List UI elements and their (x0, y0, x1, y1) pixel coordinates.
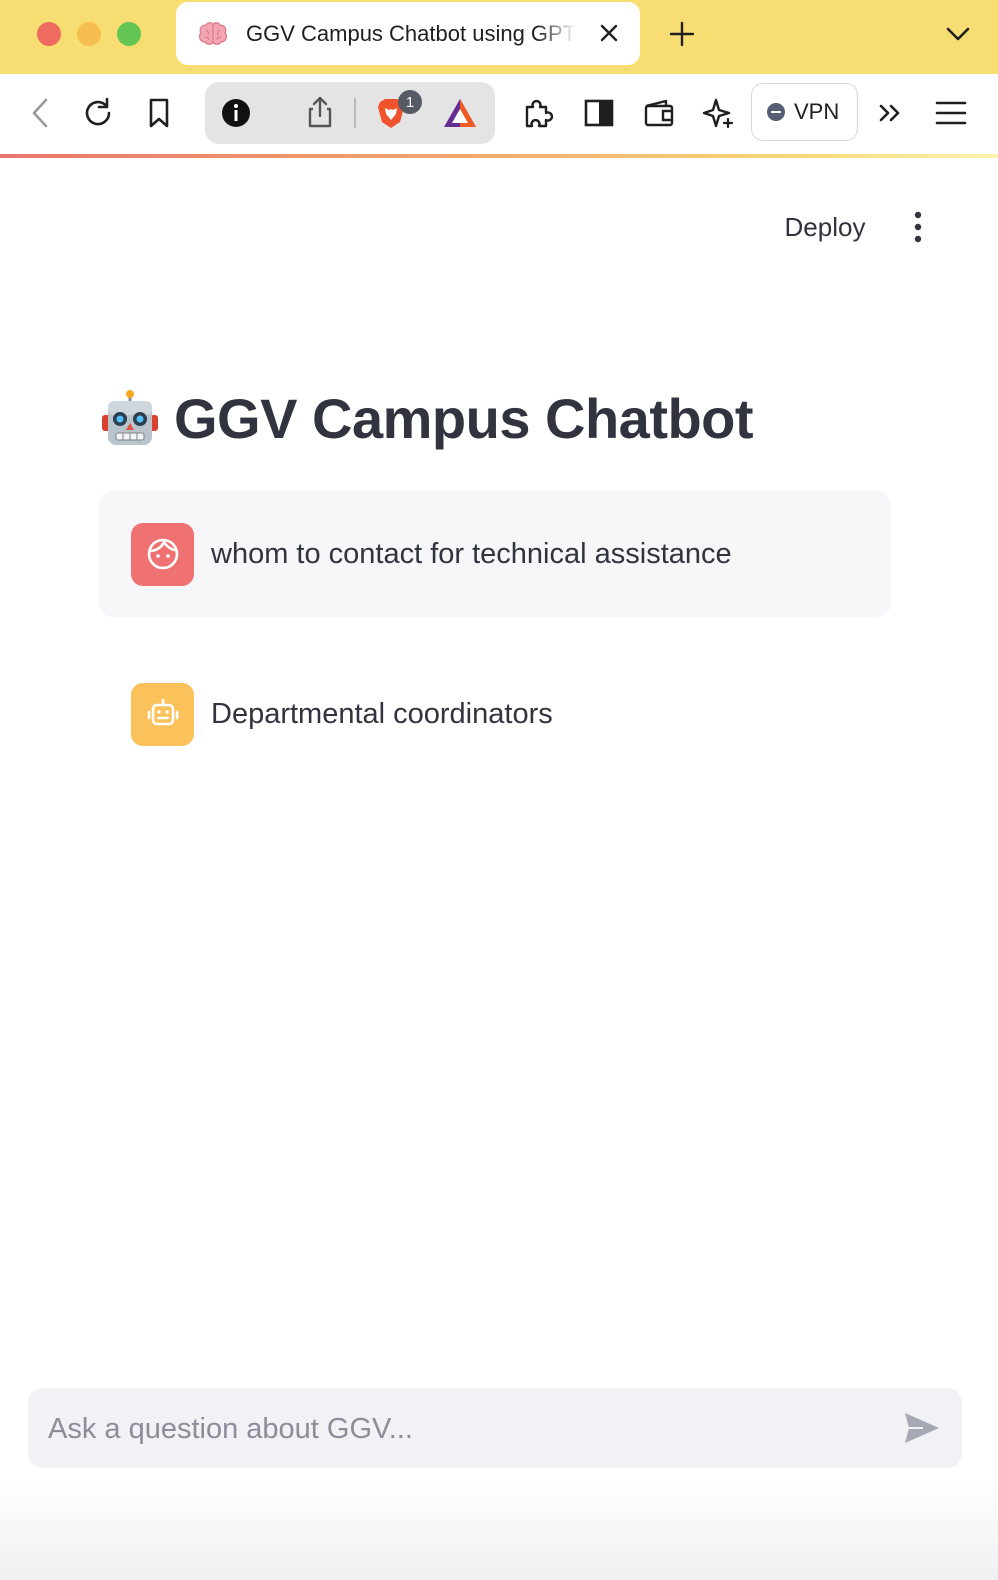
send-icon[interactable] (903, 1410, 941, 1446)
chat-input[interactable] (46, 1388, 890, 1470)
vpn-label: VPN (794, 99, 840, 124)
shields-count-badge: 1 (398, 90, 422, 114)
back-icon[interactable] (24, 96, 58, 130)
bookmark-icon[interactable] (142, 96, 176, 130)
chat-input-container (28, 1388, 962, 1470)
share-icon[interactable] (303, 95, 337, 129)
robot-face-emoji (100, 389, 160, 449)
bottom-fade (0, 1480, 998, 1580)
brain-icon (196, 17, 230, 51)
close-window-button[interactable] (37, 22, 61, 46)
browser-toolbar: 1 VPN (0, 74, 998, 154)
user-face-icon (131, 522, 194, 586)
kebab-menu-icon[interactable] (904, 209, 932, 245)
page-title: GGV Campus Chatbot (100, 386, 754, 451)
app-title-text: GGV Campus Chatbot (174, 387, 754, 450)
extensions-icon[interactable] (522, 96, 556, 130)
tab-title: GGV Campus Chatbot using GPT (246, 20, 576, 46)
zoom-window-button[interactable] (117, 22, 141, 46)
reload-icon[interactable] (81, 96, 115, 130)
browser-tab-bar: GGV Campus Chatbot using GPT (0, 0, 998, 74)
chat-message-assistant: Departmental coordinators (99, 651, 891, 777)
close-tab-icon[interactable] (596, 20, 622, 46)
user-message-text: whom to contact for technical assistance (211, 537, 732, 570)
chevrons-right-icon[interactable] (874, 96, 908, 130)
leo-ai-icon[interactable] (701, 96, 735, 130)
active-tab[interactable]: GGV Campus Chatbot using GPT (176, 2, 640, 65)
hamburger-menu-icon[interactable] (934, 96, 968, 130)
brave-rewards-icon[interactable] (442, 96, 476, 130)
chat-message-user: whom to contact for technical assistance (99, 491, 891, 617)
deploy-button[interactable]: Deploy (770, 204, 880, 250)
new-tab-icon[interactable] (668, 20, 696, 48)
address-bar-divider (354, 98, 356, 128)
assistant-message-text: Departmental coordinators (211, 697, 553, 730)
sidebar-toggle-icon[interactable] (582, 96, 616, 130)
site-info-icon[interactable] (219, 96, 253, 130)
minimize-window-button[interactable] (77, 22, 101, 46)
vpn-status-icon (767, 103, 785, 121)
vpn-button[interactable]: VPN (751, 83, 858, 141)
chevron-down-icon[interactable] (944, 22, 972, 46)
wallet-icon[interactable] (642, 96, 676, 130)
toolbar-accent-line (0, 154, 998, 158)
address-bar[interactable] (205, 82, 495, 144)
robot-icon (131, 682, 194, 746)
